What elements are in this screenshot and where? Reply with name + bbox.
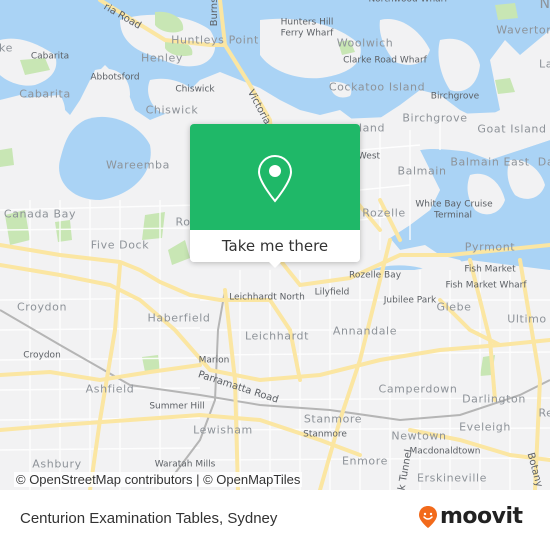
map-label-re-partial: Re	[538, 406, 550, 420]
map-label-eveleigh: Eveleigh	[459, 420, 511, 434]
map-label-n-partial: N	[539, 0, 550, 12]
map-attribution: © OpenStreetMap contributors | © OpenMap…	[14, 472, 303, 487]
map-label-erskineville: Erskineville	[416, 471, 488, 485]
map-label-leichhardt-north: Leichhardt North	[229, 292, 305, 303]
map-label-newtown: Newtown	[391, 429, 447, 443]
map-label-fish-market-wharf: Fish Market Wharf	[445, 280, 527, 291]
map-label-lewisham: Lewisham	[193, 423, 253, 437]
map-label-croydon-station: Croydon	[23, 350, 61, 361]
map-label-ro-partial: Ro	[175, 215, 191, 229]
map-label-waratah-mills: Waratah Mills	[154, 459, 216, 470]
map-label-clarke-road-wharf: Clarke Road Wharf	[343, 55, 427, 66]
moovit-wordmark: moovit	[440, 504, 523, 529]
map-label-wareemba: Wareemba	[106, 158, 170, 172]
map-label-canada-bay: Canada Bay	[3, 207, 77, 221]
map-label-la-partial: La	[538, 57, 550, 71]
map-label-white-bay-cruise: White Bay Cruise	[415, 199, 493, 210]
map-label-birchgrove: Birchgrove	[402, 111, 468, 125]
map-label-rozelle: Rozelle	[362, 206, 406, 220]
map-label-waverton: Waverton	[496, 23, 550, 37]
map-label-macdonaldtown: Macdonaldtown	[409, 446, 481, 457]
popup-pointer	[267, 260, 283, 268]
map-label-lilyfield: Lilyfield	[314, 287, 350, 298]
moovit-smile-pin-icon	[419, 505, 437, 528]
map-label-glebe: Glebe	[436, 300, 472, 314]
map-label-woolwich: Woolwich	[336, 36, 394, 50]
map-label-hunters-hill-2: Ferry Wharf	[280, 28, 334, 39]
map-label-balmain-east: Balmain East	[450, 155, 530, 169]
map-label-cockatoo-island: Cockatoo Island	[328, 80, 426, 94]
map-label-northwood-wharf: Northwood Wharf	[368, 0, 447, 5]
map-label-ashbury: Ashbury	[32, 457, 82, 471]
popup-header	[190, 124, 360, 230]
map-label-ashfield: Ashfield	[85, 382, 135, 396]
map-label-ke-partial: ke	[0, 41, 13, 55]
map-label-cabarita-ferry: Cabarita	[30, 51, 70, 62]
map-label-huntleys-point: Huntleys Point	[171, 33, 259, 47]
map-label-balmain: Balmain	[397, 164, 447, 178]
map-label-abbotsford: Abbotsford	[90, 72, 140, 83]
map-pin-icon	[257, 154, 293, 203]
map-label-goat-island: Goat Island	[477, 122, 547, 136]
location-popup[interactable]: Take me there	[190, 124, 360, 268]
map-label-camperdown: Camperdown	[378, 382, 458, 396]
map-label-fish-market: Fish Market	[464, 264, 516, 275]
map-label-stanmore: Stanmore	[303, 412, 363, 426]
place-title: Centurion Examination Tables, Sydney	[20, 510, 278, 527]
map-label-chiswick-ferry: Chiswick	[175, 84, 215, 95]
map-label-stanmore-station: Stanmore	[303, 429, 347, 440]
map-label-henley: Henley	[141, 51, 183, 65]
map-label-cabarita: Cabarita	[19, 87, 71, 101]
map-label-burns-bay-road: Burns	[209, 0, 220, 27]
map-label-annandale: Annandale	[332, 324, 398, 338]
moovit-logo[interactable]: moovit	[418, 504, 523, 529]
footer: Centurion Examination Tables, Sydney moo…	[0, 490, 550, 550]
map-label-chiswick: Chiswick	[145, 103, 199, 117]
map-label-enmore: Enmore	[341, 454, 389, 468]
map-label-balmain-west: West	[357, 151, 381, 162]
map-label-five-dock: Five Dock	[90, 238, 150, 252]
map-label-pyrmont: Pyrmont	[464, 240, 516, 254]
map-label-darlington: Darlington	[462, 392, 526, 406]
map-label-haberfield: Haberfield	[147, 311, 211, 325]
map-label-ultimo: Ultimo	[507, 312, 547, 326]
map-label-leichhardt: Leichhardt	[244, 329, 310, 343]
map-label-marion: Marion	[198, 355, 230, 366]
map-label-island-partial: land	[358, 121, 386, 135]
map-label-summer-hill: Summer Hill	[149, 401, 205, 412]
map-label-hunters-hill-1: Hunters Hill	[280, 17, 334, 28]
map-label-jubilee-park: Jubilee Park	[383, 295, 437, 306]
map-label-da-partial: Da	[537, 155, 550, 169]
map[interactable]: Huntleys Point Henley Abbotsford Cabarit…	[0, 0, 550, 490]
take-me-there-button[interactable]: Take me there	[190, 230, 360, 262]
map-label-rozelle-bay: Rozelle Bay	[348, 270, 402, 281]
map-label-white-bay-terminal: Terminal	[433, 210, 473, 221]
map-label-birchgrove-ferry: Birchgrove	[430, 91, 480, 102]
map-label-croydon: Croydon	[16, 300, 68, 314]
